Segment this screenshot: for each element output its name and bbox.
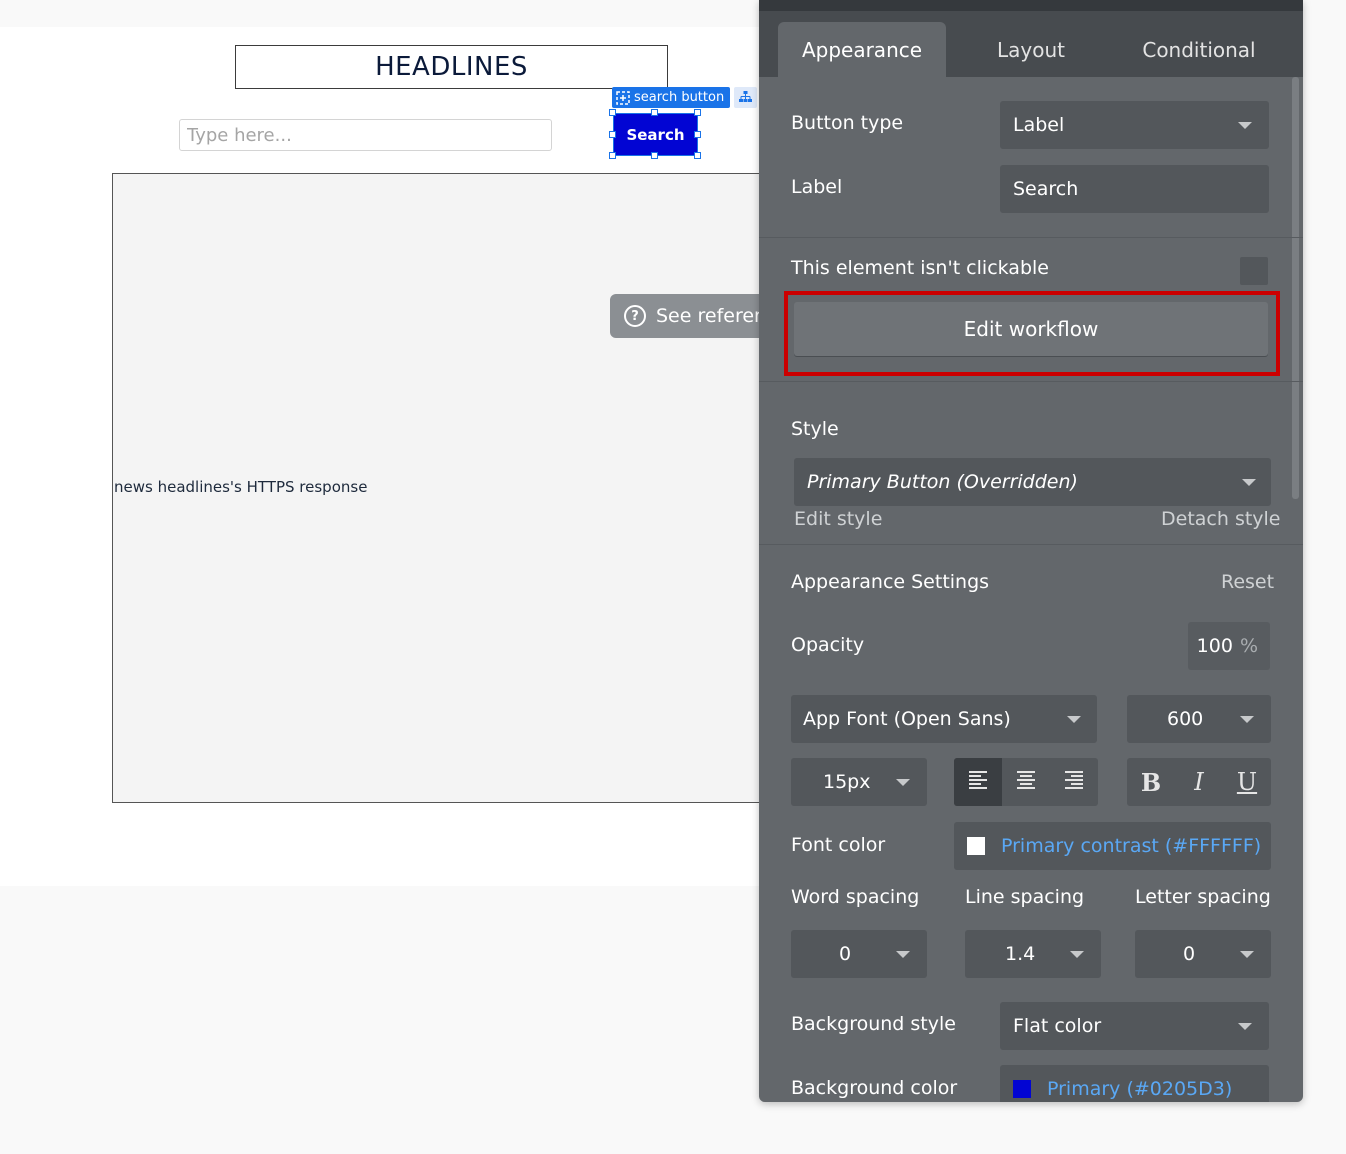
font-color-swatch xyxy=(967,837,985,855)
edit-style-link[interactable]: Edit style xyxy=(794,508,882,530)
chevron-down-icon xyxy=(896,779,910,786)
chevron-down-icon xyxy=(1070,951,1084,958)
underline-button[interactable]: U xyxy=(1223,758,1271,806)
divider xyxy=(759,237,1303,238)
edit-workflow-button[interactable]: Edit workflow xyxy=(794,302,1268,356)
text-format-group: B I U xyxy=(1127,758,1271,806)
letter-spacing-dropdown[interactable]: 0 xyxy=(1135,930,1271,978)
panel-tabs: Appearance Layout Conditional xyxy=(759,11,1303,77)
font-color-value: Primary contrast (#FFFFFF) xyxy=(1001,835,1262,857)
chevron-down-icon xyxy=(1067,716,1081,723)
style-label: Style xyxy=(791,418,839,440)
button-type-value: Label xyxy=(1013,114,1065,136)
letter-spacing-label: Letter spacing xyxy=(1135,886,1271,908)
align-left-button[interactable] xyxy=(954,758,1002,806)
opacity-unit: % xyxy=(1239,635,1258,657)
chevron-down-icon xyxy=(1240,951,1254,958)
reset-link[interactable]: Reset xyxy=(1221,571,1274,593)
font-color-picker[interactable]: Primary contrast (#FFFFFF) xyxy=(954,822,1271,870)
font-family-value: App Font (Open Sans) xyxy=(803,708,1011,730)
style-value: Primary Button (Overridden) xyxy=(807,471,1078,493)
divider xyxy=(759,544,1303,545)
button-type-dropdown[interactable]: Label xyxy=(1000,101,1269,149)
button-type-label: Button type xyxy=(791,112,904,134)
search-button[interactable]: Search xyxy=(613,113,698,156)
align-left-icon xyxy=(968,770,988,794)
background-style-dropdown[interactable]: Flat color xyxy=(1000,1002,1269,1050)
detach-style-link[interactable]: Detach style xyxy=(1161,508,1281,530)
bold-button[interactable]: B xyxy=(1127,758,1175,806)
resize-handle-tl[interactable] xyxy=(609,109,616,116)
align-right-icon xyxy=(1064,770,1084,794)
resize-handle-r[interactable] xyxy=(694,131,701,138)
font-weight-dropdown[interactable]: 600 xyxy=(1127,695,1271,743)
resize-handle-bl[interactable] xyxy=(609,152,616,159)
style-dropdown[interactable]: Primary Button (Overridden) xyxy=(794,458,1271,506)
hierarchy-icon xyxy=(739,88,752,107)
label-input[interactable]: Search xyxy=(1000,165,1269,213)
selection-tag-label: search button xyxy=(634,90,725,105)
panel-header-bar[interactable] xyxy=(759,0,1303,11)
label-field-label: Label xyxy=(791,176,843,198)
not-clickable-checkbox[interactable] xyxy=(1240,257,1268,285)
background-style-value: Flat color xyxy=(1013,1015,1102,1037)
opacity-input[interactable]: 100 % xyxy=(1188,622,1270,670)
background-color-picker[interactable]: Primary (#0205D3) xyxy=(1000,1065,1269,1102)
help-icon: ? xyxy=(624,305,646,327)
opacity-value: 100 xyxy=(1196,635,1233,657)
tab-conditional[interactable]: Conditional xyxy=(1117,22,1281,77)
not-clickable-label: This element isn't clickable xyxy=(791,257,1049,279)
divider xyxy=(759,381,1303,382)
selection-tag[interactable]: search button xyxy=(612,87,731,108)
word-spacing-value: 0 xyxy=(839,943,852,965)
chevron-down-icon xyxy=(1240,716,1254,723)
font-size-value: 15px xyxy=(823,771,871,793)
align-right-button[interactable] xyxy=(1050,758,1098,806)
property-editor-panel: Appearance Layout Conditional Button typ… xyxy=(759,0,1303,1102)
chevron-down-icon xyxy=(896,951,910,958)
select-target-icon xyxy=(616,90,630,105)
chevron-down-icon xyxy=(1238,122,1252,129)
line-spacing-dropdown[interactable]: 1.4 xyxy=(965,930,1101,978)
chevron-down-icon xyxy=(1242,479,1256,486)
resize-handle-tr[interactable] xyxy=(694,109,701,116)
text-align-group xyxy=(954,758,1098,806)
opacity-label: Opacity xyxy=(791,634,865,656)
panel-scrollbar[interactable] xyxy=(1292,77,1299,499)
resize-handle-br[interactable] xyxy=(694,152,701,159)
response-text[interactable]: news headlines's HTTPS response xyxy=(114,478,367,496)
line-spacing-value: 1.4 xyxy=(1005,943,1036,965)
letter-spacing-value: 0 xyxy=(1183,943,1196,965)
tab-layout[interactable]: Layout xyxy=(949,22,1113,77)
chevron-down-icon xyxy=(1238,1023,1252,1030)
line-spacing-label: Line spacing xyxy=(965,886,1085,908)
word-spacing-dropdown[interactable]: 0 xyxy=(791,930,927,978)
resize-handle-b[interactable] xyxy=(651,152,658,159)
background-style-label: Background style xyxy=(791,1013,956,1035)
italic-button[interactable]: I xyxy=(1175,758,1223,806)
font-weight-value: 600 xyxy=(1167,708,1204,730)
resize-handle-l[interactable] xyxy=(609,131,616,138)
word-spacing-label: Word spacing xyxy=(791,886,920,908)
font-family-dropdown[interactable]: App Font (Open Sans) xyxy=(791,695,1097,743)
font-size-dropdown[interactable]: 15px xyxy=(791,758,927,806)
headline-text[interactable]: HEADLINES xyxy=(235,45,668,89)
resize-handle-t[interactable] xyxy=(651,109,658,116)
align-center-button[interactable] xyxy=(1002,758,1050,806)
background-color-swatch xyxy=(1013,1080,1031,1098)
element-tree-button[interactable] xyxy=(734,87,757,108)
align-center-icon xyxy=(1016,770,1036,794)
background-color-value: Primary (#0205D3) xyxy=(1047,1078,1233,1100)
tab-appearance[interactable]: Appearance xyxy=(778,22,946,77)
font-color-label: Font color xyxy=(791,834,886,856)
appearance-settings-heading: Appearance Settings xyxy=(791,571,990,593)
background-color-label: Background color xyxy=(791,1077,958,1099)
search-input[interactable] xyxy=(179,119,552,151)
